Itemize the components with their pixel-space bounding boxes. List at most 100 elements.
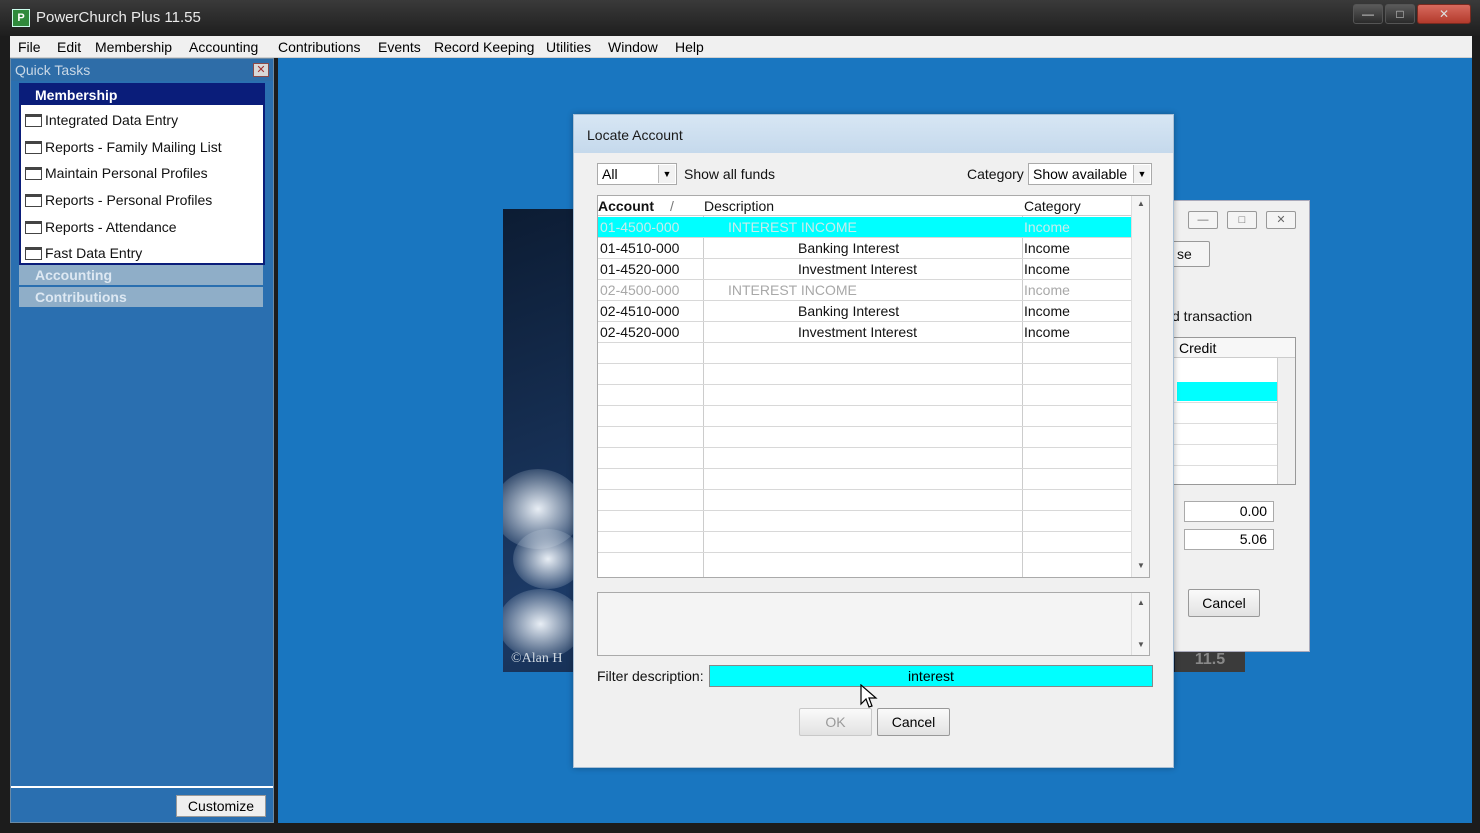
menu-file[interactable]: File bbox=[18, 39, 41, 55]
window-icon bbox=[25, 114, 42, 127]
locate-account-dialog: Locate Account All ▼ Show all funds Cate… bbox=[573, 114, 1174, 768]
description-cell: INTEREST INCOME bbox=[728, 219, 857, 235]
cancel-button[interactable]: Cancel bbox=[1188, 589, 1260, 617]
menu-membership[interactable]: Membership bbox=[95, 39, 172, 55]
scroll-down-icon[interactable]: ▼ bbox=[1132, 637, 1150, 653]
background-window: — □ ✕ se d transaction Credit 0.00 5.06 … bbox=[1172, 200, 1310, 652]
task-label: Reports - Attendance bbox=[45, 219, 177, 235]
table-row[interactable]: 02-4510-000 Banking Interest Income bbox=[598, 301, 1131, 322]
table-row bbox=[598, 511, 1131, 532]
close-icon[interactable]: ✕ bbox=[1266, 211, 1296, 229]
menu-record-keeping[interactable]: Record Keeping bbox=[434, 39, 534, 55]
description-cell: INTEREST INCOME bbox=[728, 282, 857, 298]
window-icon bbox=[25, 194, 42, 207]
window-icon bbox=[25, 141, 42, 154]
table-row bbox=[598, 364, 1131, 385]
copyright-text: ©Alan H bbox=[511, 651, 563, 666]
task-fast-data-entry[interactable]: Fast Data Entry bbox=[25, 242, 142, 264]
menu-help[interactable]: Help bbox=[675, 39, 704, 55]
grid-line bbox=[1173, 423, 1277, 424]
category-cell: Income bbox=[1024, 324, 1070, 340]
contributions-group-header[interactable]: Contributions bbox=[19, 287, 263, 307]
menu-contributions[interactable]: Contributions bbox=[278, 39, 361, 55]
grid-line bbox=[1173, 465, 1277, 466]
description-cell: Investment Interest bbox=[798, 261, 918, 277]
grid-scrollbar[interactable] bbox=[1277, 358, 1295, 484]
column-description[interactable]: Description bbox=[704, 196, 774, 216]
app-titlebar: P PowerChurch Plus 11.55 — □ ✕ bbox=[0, 0, 1480, 36]
menu-utilities[interactable]: Utilities bbox=[546, 39, 591, 55]
menu-bar: File Edit Membership Accounting Contribu… bbox=[10, 36, 1472, 58]
scroll-up-icon[interactable]: ▲ bbox=[1132, 196, 1150, 212]
window-icon bbox=[25, 221, 42, 234]
description-cell: Banking Interest bbox=[798, 240, 900, 256]
description-cell: Banking Interest bbox=[798, 303, 900, 319]
table-header: Account / Description Category bbox=[598, 196, 1131, 216]
menu-accounting[interactable]: Accounting bbox=[189, 39, 258, 55]
category-select[interactable]: Show available ▼ bbox=[1028, 163, 1152, 185]
filter-description-label: Filter description: bbox=[597, 668, 704, 684]
category-select-value: Show available bbox=[1033, 166, 1128, 182]
menu-edit[interactable]: Edit bbox=[57, 39, 81, 55]
amount-field[interactable]: 5.06 bbox=[1184, 529, 1274, 550]
chevron-down-icon[interactable]: ▼ bbox=[1133, 165, 1150, 183]
table-row bbox=[598, 385, 1131, 406]
chevron-down-icon[interactable]: ▼ bbox=[658, 165, 675, 183]
selected-cell[interactable] bbox=[1177, 382, 1277, 401]
table-row[interactable]: 01-4500-000 INTEREST INCOME Income bbox=[598, 217, 1131, 238]
maximize-button[interactable]: □ bbox=[1385, 4, 1415, 24]
column-category[interactable]: Category bbox=[1024, 196, 1081, 216]
table-row[interactable]: 01-4510-000 Banking Interest Income bbox=[598, 238, 1131, 259]
menu-events[interactable]: Events bbox=[378, 39, 421, 55]
table-row[interactable]: 02-4500-000 INTEREST INCOME Income bbox=[598, 280, 1131, 301]
membership-task-group: Membership Integrated Data Entry Reports… bbox=[19, 83, 265, 265]
task-reports-family-mailing-list[interactable]: Reports - Family Mailing List bbox=[25, 136, 222, 158]
app-icon: P bbox=[12, 9, 30, 27]
divider bbox=[11, 786, 273, 788]
cancel-button[interactable]: Cancel bbox=[877, 708, 950, 736]
table-row[interactable]: 01-4520-000 Investment Interest Income bbox=[598, 259, 1131, 280]
task-reports-attendance[interactable]: Reports - Attendance bbox=[25, 216, 177, 238]
category-label: Category bbox=[967, 166, 1024, 182]
column-account[interactable]: Account bbox=[598, 196, 654, 216]
minimize-button[interactable]: — bbox=[1353, 4, 1383, 24]
task-maintain-personal-profiles[interactable]: Maintain Personal Profiles bbox=[25, 162, 208, 184]
maximize-icon[interactable]: □ bbox=[1227, 211, 1257, 229]
fund-select[interactable]: All ▼ bbox=[597, 163, 677, 185]
table-row[interactable]: 02-4520-000 Investment Interest Income bbox=[598, 322, 1131, 343]
category-cell: Income bbox=[1024, 240, 1070, 256]
close-icon[interactable]: ✕ bbox=[253, 63, 269, 77]
accounting-group-header[interactable]: Accounting bbox=[19, 265, 263, 285]
table-scrollbar[interactable]: ▲ ▼ bbox=[1131, 196, 1149, 577]
scroll-down-icon[interactable]: ▼ bbox=[1132, 558, 1150, 574]
task-label: Maintain Personal Profiles bbox=[45, 165, 208, 181]
table-row bbox=[598, 469, 1131, 490]
partial-button[interactable]: se bbox=[1172, 241, 1210, 267]
filter-description-input[interactable]: interest bbox=[709, 665, 1153, 687]
membership-group-header[interactable]: Membership bbox=[21, 85, 263, 105]
category-cell: Income bbox=[1024, 261, 1070, 277]
account-notes-box[interactable]: ▲ ▼ bbox=[597, 592, 1150, 656]
grid-line bbox=[1173, 402, 1277, 403]
menu-window[interactable]: Window bbox=[608, 39, 658, 55]
customize-button[interactable]: Customize bbox=[176, 795, 266, 817]
ok-button[interactable]: OK bbox=[799, 708, 872, 736]
amount-field[interactable]: 0.00 bbox=[1184, 501, 1274, 522]
scroll-up-icon[interactable]: ▲ bbox=[1132, 595, 1150, 611]
fund-select-value: All bbox=[602, 166, 618, 182]
task-label: Fast Data Entry bbox=[45, 245, 143, 261]
task-reports-personal-profiles[interactable]: Reports - Personal Profiles bbox=[25, 189, 212, 211]
credit-header: Credit bbox=[1173, 338, 1295, 358]
window-icon bbox=[25, 167, 42, 180]
account-cell: 01-4510-000 bbox=[600, 240, 680, 256]
task-label: Reports - Personal Profiles bbox=[45, 192, 213, 208]
minimize-icon[interactable]: — bbox=[1188, 211, 1218, 229]
quick-tasks-title: Quick Tasks bbox=[15, 62, 91, 78]
account-cell: 02-4500-000 bbox=[600, 282, 680, 298]
sort-icon: / bbox=[670, 198, 674, 214]
account-cell: 01-4500-000 bbox=[600, 219, 680, 235]
task-integrated-data-entry[interactable]: Integrated Data Entry bbox=[25, 109, 178, 131]
memo-scrollbar[interactable]: ▲ ▼ bbox=[1131, 593, 1149, 655]
close-button[interactable]: ✕ bbox=[1417, 4, 1471, 24]
grid-line bbox=[1173, 444, 1277, 445]
